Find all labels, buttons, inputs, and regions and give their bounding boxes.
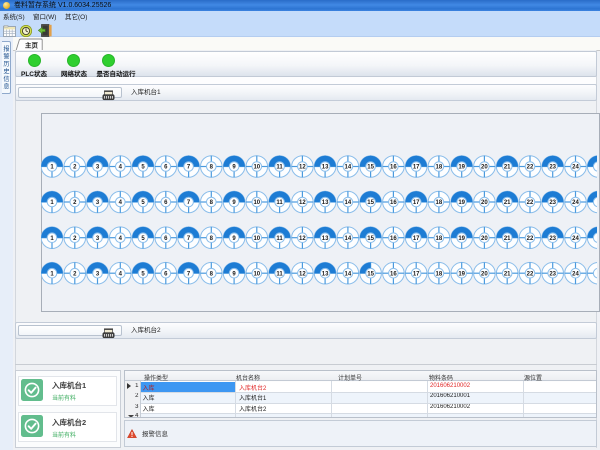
- svg-text:19: 19: [458, 165, 465, 171]
- svg-text:16: 16: [390, 165, 397, 171]
- svg-text:12: 12: [299, 236, 306, 242]
- svg-text:14: 14: [345, 200, 352, 206]
- svg-text:21: 21: [504, 165, 511, 171]
- svg-text:16: 16: [390, 236, 397, 242]
- svg-text:警: 警: [3, 53, 9, 61]
- svg-text:10: 10: [253, 200, 260, 206]
- svg-text:11: 11: [276, 165, 283, 171]
- svg-text:19: 19: [458, 236, 465, 242]
- svg-text:15: 15: [367, 271, 374, 277]
- svg-text:10: 10: [253, 236, 260, 242]
- svg-text:18: 18: [436, 271, 443, 277]
- svg-text:历: 历: [3, 61, 9, 68]
- svg-text:14: 14: [345, 271, 352, 277]
- svg-text:23: 23: [549, 200, 556, 206]
- svg-text:13: 13: [322, 236, 329, 242]
- svg-text:21: 21: [504, 271, 511, 277]
- svg-text:24: 24: [572, 200, 579, 206]
- svg-text:18: 18: [436, 165, 443, 171]
- svg-text:22: 22: [527, 165, 534, 171]
- svg-text:15: 15: [367, 165, 374, 171]
- svg-text:19: 19: [458, 271, 465, 277]
- svg-text:12: 12: [299, 271, 306, 277]
- svg-text:22: 22: [527, 200, 534, 206]
- svg-text:16: 16: [390, 200, 397, 206]
- svg-text:22: 22: [527, 236, 534, 242]
- svg-text:13: 13: [322, 165, 329, 171]
- svg-text:17: 17: [413, 271, 420, 277]
- svg-text:19: 19: [458, 200, 465, 206]
- svg-text:10: 10: [253, 271, 260, 277]
- svg-text:15: 15: [367, 236, 374, 242]
- svg-text:17: 17: [413, 200, 420, 206]
- svg-text:24: 24: [572, 236, 579, 242]
- svg-text:20: 20: [481, 165, 488, 171]
- svg-text:21: 21: [504, 200, 511, 206]
- svg-text:23: 23: [549, 165, 556, 171]
- svg-text:20: 20: [481, 200, 488, 206]
- svg-text:13: 13: [322, 200, 329, 206]
- svg-text:20: 20: [481, 236, 488, 242]
- svg-text:14: 14: [345, 236, 352, 242]
- svg-text:14: 14: [345, 165, 352, 171]
- svg-text:24: 24: [572, 271, 579, 277]
- svg-text:18: 18: [436, 236, 443, 242]
- svg-text:22: 22: [527, 271, 534, 277]
- svg-text:17: 17: [413, 236, 420, 242]
- svg-text:12: 12: [299, 165, 306, 171]
- svg-text:21: 21: [504, 236, 511, 242]
- svg-text:15: 15: [367, 200, 374, 206]
- svg-text:11: 11: [276, 271, 283, 277]
- svg-text:11: 11: [276, 200, 283, 206]
- svg-text:24: 24: [572, 165, 579, 171]
- svg-text:17: 17: [413, 165, 420, 171]
- svg-text:16: 16: [390, 271, 397, 277]
- svg-text:23: 23: [549, 236, 556, 242]
- svg-text:报: 报: [3, 45, 9, 53]
- svg-text:20: 20: [481, 271, 488, 277]
- svg-text:10: 10: [253, 165, 260, 171]
- svg-text:23: 23: [549, 271, 556, 277]
- svg-text:12: 12: [299, 200, 306, 206]
- svg-text:主页: 主页: [25, 41, 39, 50]
- svg-text:13: 13: [322, 271, 329, 277]
- svg-text:11: 11: [276, 236, 283, 242]
- svg-text:息: 息: [3, 83, 9, 91]
- svg-text:18: 18: [436, 200, 443, 206]
